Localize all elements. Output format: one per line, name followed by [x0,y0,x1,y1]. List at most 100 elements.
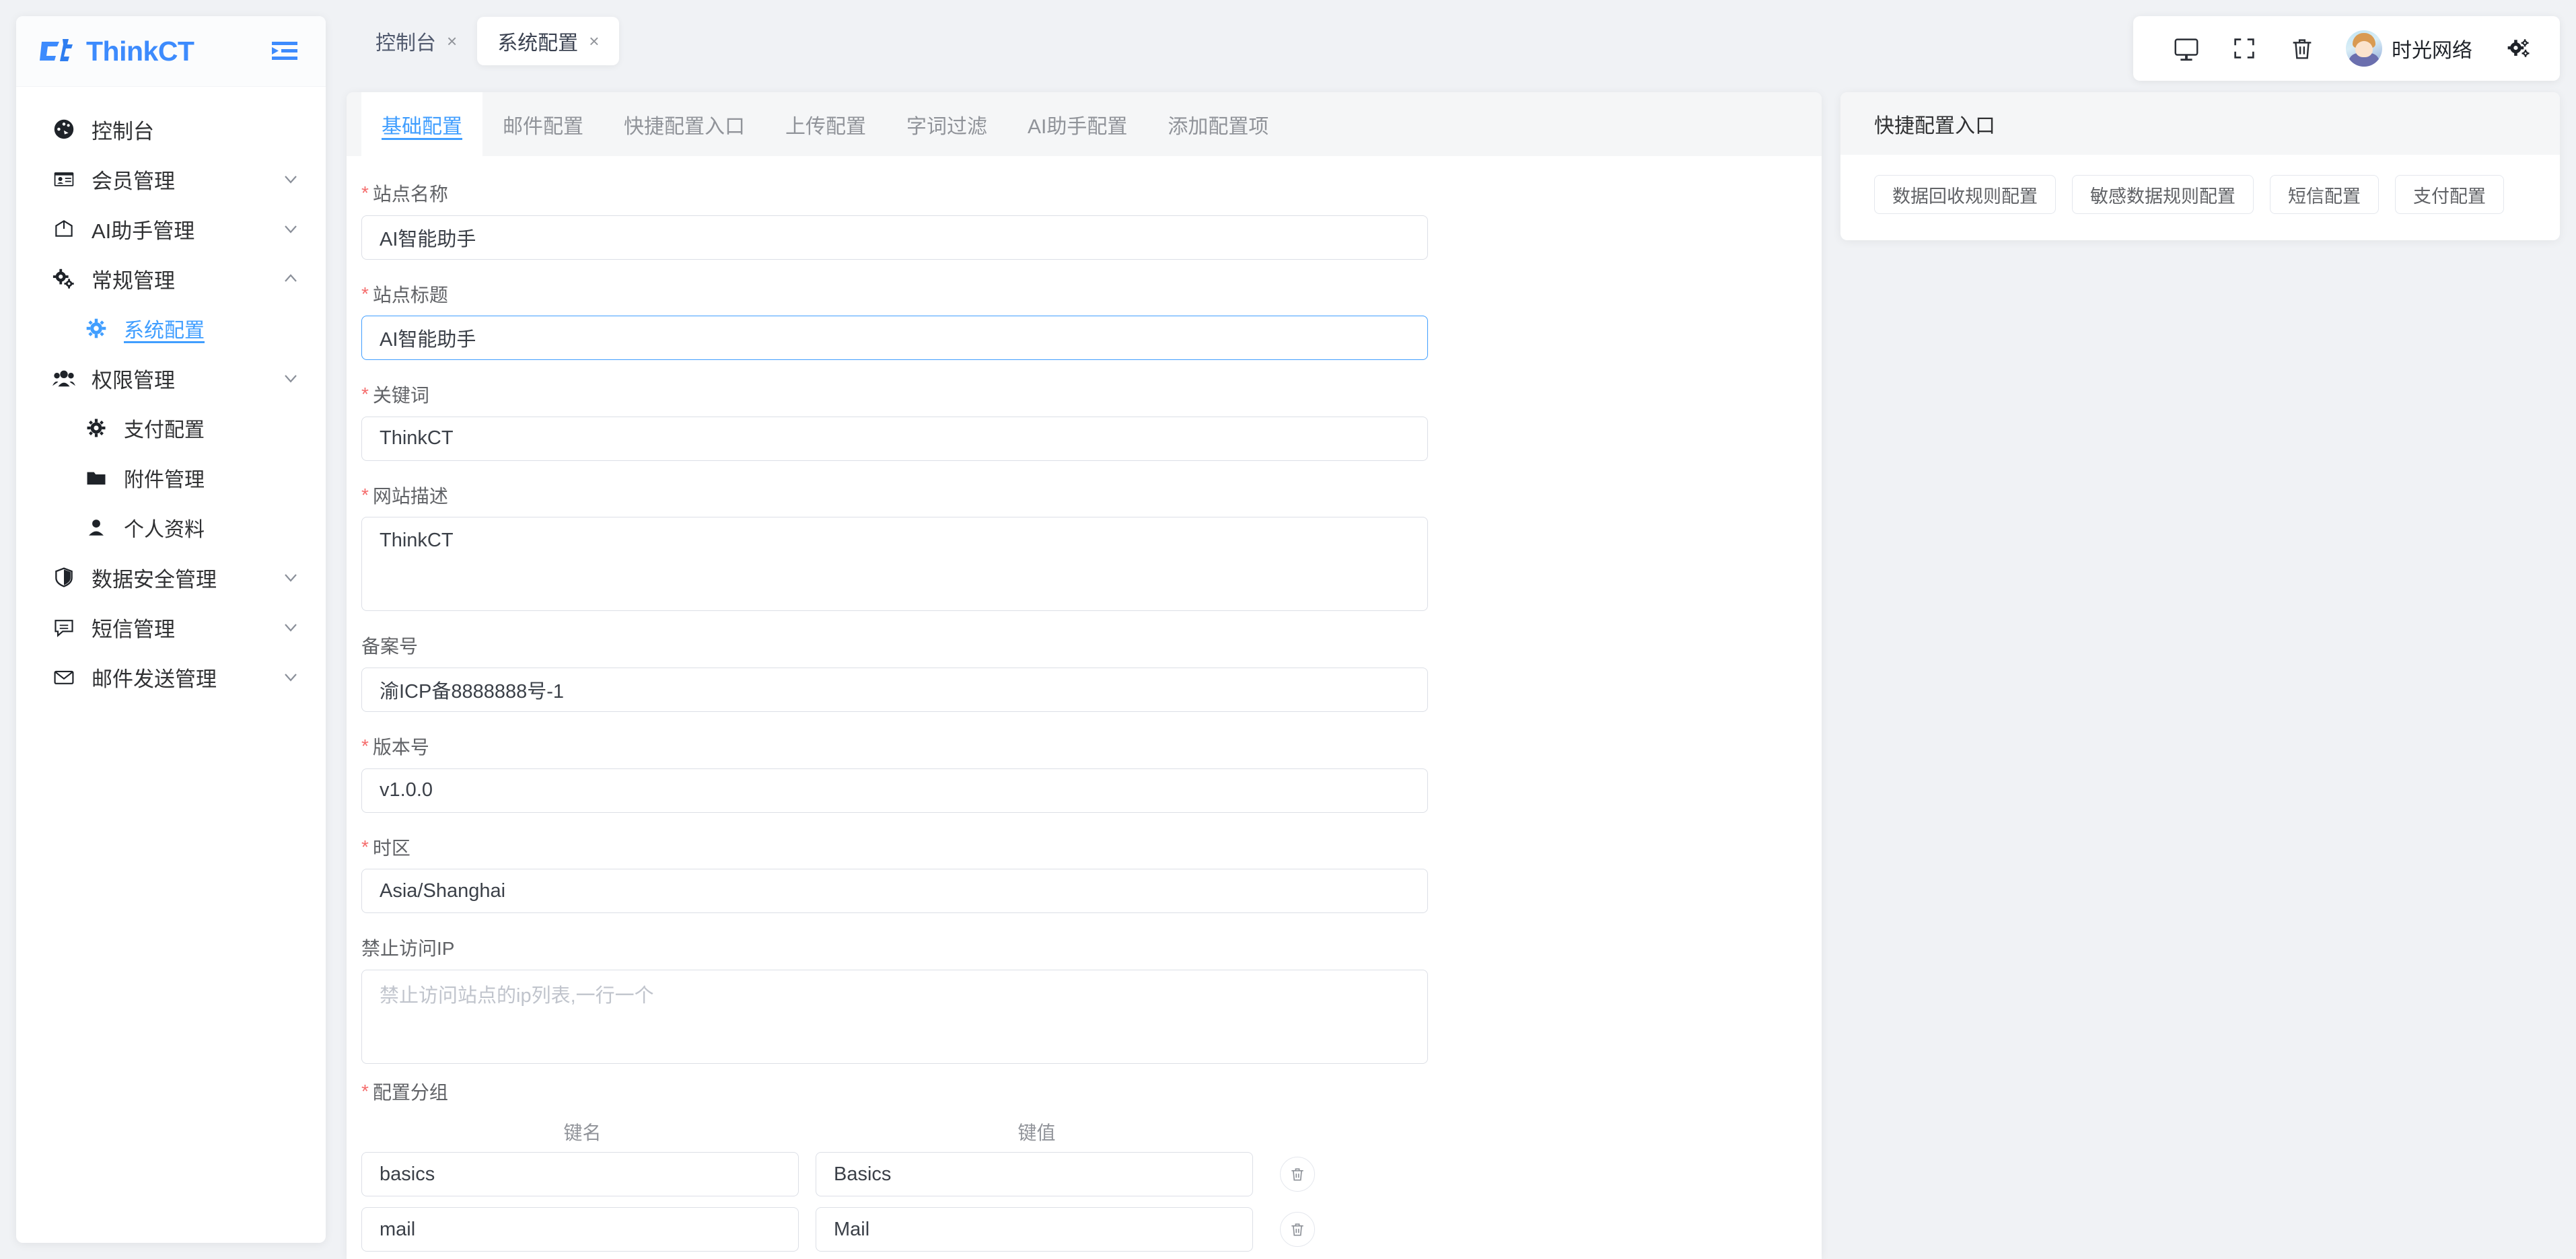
required-marker: * [361,1080,369,1102]
dashboard-icon [51,116,77,142]
sidebar-item-attachment[interactable]: 附件管理 [16,453,326,503]
user-icon [83,515,109,540]
chevron-down-icon[interactable] [281,618,300,637]
keywords-input[interactable]: ThinkCT [361,416,1428,461]
quick-btn-sensitive-data-rule[interactable]: 敏感数据规则配置 [2072,175,2254,214]
sidebar-item-system-config[interactable]: 系统配置 [16,303,326,353]
avatar[interactable] [2346,30,2382,67]
sidebar-item-profile[interactable]: 个人资料 [16,503,326,552]
tab-label: 上传配置 [785,115,866,138]
label-text: 版本号 [372,736,429,758]
close-icon[interactable]: × [447,32,457,50]
field-label: * 关键词 [361,384,1428,407]
quick-entrance-buttons: 数据回收规则配置 敏感数据规则配置 短信配置 支付配置 [1840,155,2560,214]
tab-upload-config[interactable]: 上传配置 [765,92,886,156]
field-label: 禁止访问IP [361,937,1428,960]
tab-basic-config[interactable]: 基础配置 [361,92,482,156]
sidebar-item-label: 个人资料 [124,519,205,541]
sidebar-item-ai-assistant[interactable]: AI助手管理 [16,204,326,254]
sidebar-item-label: 常规管理 [92,268,175,293]
quick-btn-data-recycle-rule[interactable]: 数据回收规则配置 [1874,175,2056,214]
quick-btn-pay-config[interactable]: 支付配置 [2395,175,2504,214]
tab-system-config[interactable]: 系统配置 × [477,17,620,65]
tab-quick-entrance[interactable]: 快捷配置入口 [604,92,765,156]
field-description: * 网站描述 ThinkCT [361,484,1428,612]
sidebar-item-general[interactable]: 常规管理 [16,254,326,303]
timezone-input[interactable]: Asia/Shanghai [361,869,1428,914]
field-keywords: * 关键词 ThinkCT [361,384,1428,461]
chevron-down-icon[interactable] [281,170,300,188]
chevron-down-icon[interactable] [281,568,300,587]
label-text: 时区 [372,837,410,859]
sidebar: ThinkCT 控制台 会员管理 AI助手管理 常规管理 系统配置 权限管理 支… [16,16,326,1243]
chevron-down-icon[interactable] [281,219,300,238]
quick-entrance-card: 快捷配置入口 数据回收规则配置 敏感数据规则配置 短信配置 支付配置 [1840,92,2560,240]
delete-row-button[interactable] [1280,1157,1315,1192]
description-textarea[interactable]: ThinkCT [361,517,1428,612]
brand-name: ThinkCT [86,35,194,67]
field-deny-ip: 禁止访问IP [361,937,1428,1064]
tab-dashboard[interactable]: 控制台 × [355,17,477,65]
tab-add-config-item[interactable]: 添加配置项 [1147,92,1289,156]
gears-icon[interactable] [2490,16,2548,81]
field-label: * 站点标题 [361,283,1428,307]
required-marker: * [361,384,369,405]
sidebar-item-label: 短信管理 [92,617,175,641]
kv-value-input[interactable]: Basics [816,1152,1253,1197]
chevron-down-icon[interactable] [281,668,300,686]
box-icon [51,216,77,242]
sidebar-item-label: AI助手管理 [92,219,195,243]
column-header-key: 键名 [563,1122,602,1144]
config-form: * 站点名称 AI智能助手 * 站点标题 AI智能助手 * 关键词 ThinkC… [347,156,1822,1259]
username-label[interactable]: 时光网络 [2392,34,2472,63]
sidebar-item-mail-send[interactable]: 邮件发送管理 [16,652,326,702]
version-input[interactable]: v1.0.0 [361,768,1428,813]
kv-value-input[interactable]: Mail [816,1207,1253,1252]
sidebar-item-label: 邮件发送管理 [92,667,217,691]
close-icon[interactable]: × [589,32,599,50]
sidebar-item-member[interactable]: 会员管理 [16,154,326,204]
site-title-input[interactable]: AI智能助手 [361,316,1428,361]
trash-icon[interactable] [2273,16,2331,81]
sidebar-item-label: 附件管理 [124,469,205,491]
tab-label: 控制台 [375,32,436,55]
sidebar-item-dashboard[interactable]: 控制台 [16,104,326,154]
sidebar-item-pay-config[interactable]: 支付配置 [16,403,326,453]
chevron-down-icon[interactable] [281,369,300,388]
required-marker: * [361,182,369,203]
field-version: * 版本号 v1.0.0 [361,735,1428,813]
gear-icon [83,316,109,341]
icp-input[interactable]: 渝ICP备8888888号-1 [361,667,1428,712]
field-timezone: * 时区 Asia/Shanghai [361,836,1428,914]
config-tabs: 基础配置 邮件配置 快捷配置入口 上传配置 字词过滤 AI助手配置 添加配置项 [347,92,1822,156]
label-text: 备案号 [361,636,419,657]
id-card-icon [51,166,77,192]
monitor-icon[interactable] [2157,16,2215,81]
field-label: * 版本号 [361,735,1428,759]
tab-label: 添加配置项 [1168,115,1269,138]
sidebar-item-permission[interactable]: 权限管理 [16,353,326,403]
kv-key-input[interactable]: mail [361,1207,799,1252]
kv-key-input[interactable]: basics [361,1152,799,1197]
sidebar-collapse-icon[interactable] [269,38,300,65]
field-config-group: * 配置分组 键名 键值 basics Basics mail Mail [361,1081,1428,1259]
field-label: * 网站描述 [361,484,1428,508]
sidebar-item-data-security[interactable]: 数据安全管理 [16,552,326,602]
site-name-input[interactable]: AI智能助手 [361,215,1428,260]
quick-btn-sms-config[interactable]: 短信配置 [2270,175,2379,214]
tab-mail-config[interactable]: 邮件配置 [482,92,604,156]
field-site-title: * 站点标题 AI智能助手 [361,283,1428,361]
deny-ip-textarea[interactable] [361,969,1428,1064]
field-label: * 站点名称 [361,182,1428,206]
chevron-up-icon[interactable] [281,269,300,288]
kv-table-header: 键名 键值 [361,1118,1428,1145]
tab-ai-assistant-config[interactable]: AI助手配置 [1007,92,1147,156]
sidebar-item-sms[interactable]: 短信管理 [16,602,326,652]
tab-word-filter[interactable]: 字词过滤 [886,92,1007,156]
folder-icon [83,465,109,491]
sidebar-item-label: 控制台 [92,119,154,143]
fullscreen-icon[interactable] [2215,16,2273,81]
delete-row-button[interactable] [1280,1212,1315,1248]
label-text: 关键词 [372,385,429,406]
required-marker: * [361,484,369,505]
